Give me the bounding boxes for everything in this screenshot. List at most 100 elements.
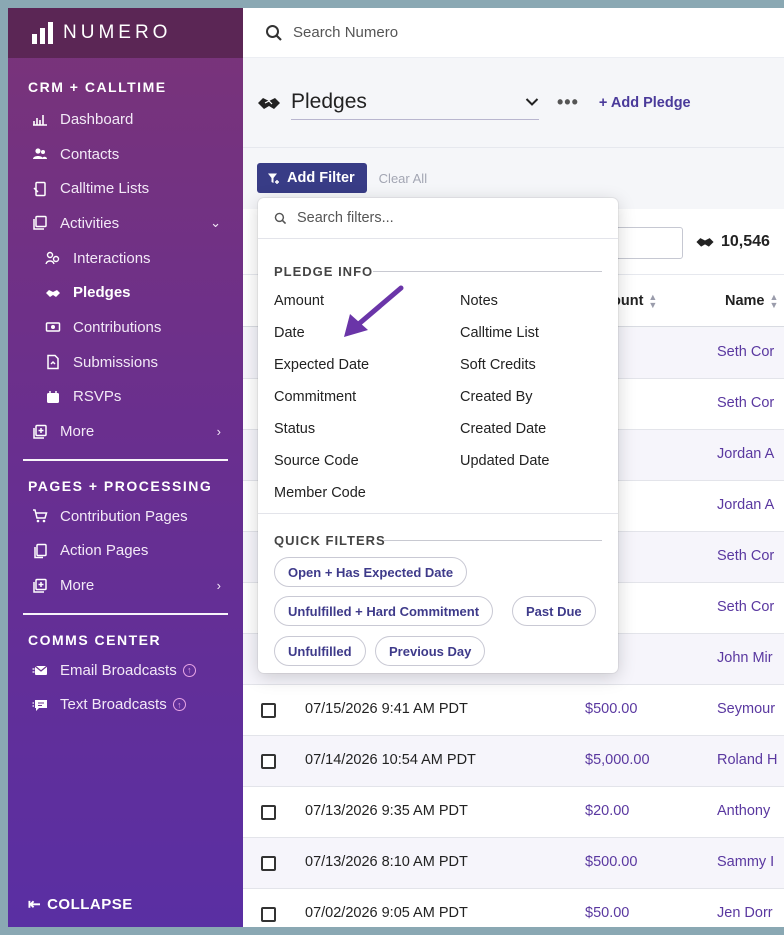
plus-box-icon	[32, 424, 48, 440]
filter-option[interactable]: Amount	[274, 293, 324, 309]
filter-option[interactable]: Calltime List	[460, 325, 539, 341]
add-filter-button[interactable]: Add Filter	[257, 163, 367, 193]
quick-filter-chip[interactable]: Past Due	[512, 596, 596, 626]
section-divider	[258, 513, 618, 514]
numero-logo-icon	[32, 22, 53, 44]
sidebar-item-contribution-pages[interactable]: Contribution Pages	[8, 499, 243, 534]
sidebar-item-dashboard[interactable]: Dashboard	[8, 102, 243, 137]
sidebar-item-rsvps[interactable]: RSVPs	[8, 380, 243, 415]
sidebar-item-contacts[interactable]: Contacts	[8, 137, 243, 172]
cell-amount[interactable]: $5,000.00	[585, 752, 650, 768]
cell-name[interactable]: John Mir	[717, 650, 773, 666]
row-checkbox[interactable]	[261, 907, 276, 922]
chevron-right-icon[interactable]: ›	[217, 578, 221, 593]
filter-option[interactable]: Created Date	[460, 421, 546, 437]
cell-name[interactable]: Seymour	[717, 701, 775, 717]
add-pledge-button[interactable]: + Add Pledge	[599, 95, 691, 111]
cell-name[interactable]: Seth Cor	[717, 344, 774, 360]
collapse-button[interactable]: ⇤ COLLAPSE	[28, 895, 133, 914]
people-icon	[32, 146, 48, 162]
sidebar-item-pledges[interactable]: Pledges	[8, 275, 243, 310]
sidebar-item-more[interactable]: More ›	[8, 414, 243, 449]
cell-amount[interactable]: $500.00	[585, 854, 637, 870]
cell-name[interactable]: Roland H	[717, 752, 777, 768]
column-header-amount[interactable]: ount ▲ ▼	[612, 292, 658, 310]
cell-name[interactable]: Seth Cor	[717, 599, 774, 615]
chevron-down-icon[interactable]: ⌄	[210, 215, 221, 231]
annotation-arrow-icon	[344, 285, 404, 337]
filter-option[interactable]: Updated Date	[460, 453, 549, 469]
handshake-icon	[258, 97, 280, 109]
sidebar-item-text-broadcasts[interactable]: Text Broadcasts ↑	[8, 688, 243, 723]
table-search-input[interactable]	[615, 227, 683, 259]
filter-option[interactable]: Status	[274, 421, 315, 437]
row-checkbox[interactable]	[261, 805, 276, 820]
cell-name[interactable]: Anthony	[717, 803, 770, 819]
cell-name[interactable]: Jen Dorr	[717, 905, 773, 921]
page-title: Pledges	[291, 90, 367, 113]
cell-name[interactable]: Seth Cor	[717, 548, 774, 564]
quick-filter-chip[interactable]: Previous Day	[375, 636, 486, 666]
cell-amount[interactable]: $500.00	[585, 701, 637, 717]
sidebar-item-action-pages[interactable]: Action Pages	[8, 534, 243, 569]
sidebar-item-label: Submissions	[73, 353, 159, 371]
sidebar: NUMERO CRM + CALLTIME Dashboard Contacts…	[8, 8, 243, 927]
global-search-input[interactable]	[293, 24, 593, 41]
sidebar-item-interactions[interactable]: Interactions	[8, 241, 243, 276]
logo-bar[interactable]: NUMERO	[8, 8, 243, 58]
table-row[interactable]: 07/13/2026 9:35 AM PDT $20.00 Anthony	[243, 787, 784, 838]
chevron-right-icon[interactable]: ›	[217, 424, 221, 439]
filter-option[interactable]: Soft Credits	[460, 357, 536, 373]
group-divider	[373, 271, 602, 272]
chart-icon	[32, 111, 48, 127]
filter-option[interactable]: Expected Date	[274, 357, 369, 373]
add-filter-label: Add Filter	[287, 170, 355, 186]
cell-date: 07/15/2026 9:41 AM PDT	[305, 701, 468, 717]
pages-icon	[32, 543, 48, 559]
table-row[interactable]: 07/14/2026 10:54 AM PDT $5,000.00 Roland H	[243, 736, 784, 787]
table-row[interactable]: 07/02/2026 9:05 AM PDT $50.00 Jen Dorr	[243, 889, 784, 927]
cell-name[interactable]: Seth Cor	[717, 395, 774, 411]
sidebar-item-label: Calltime Lists	[60, 180, 150, 198]
filter-option[interactable]: Created By	[460, 389, 533, 405]
row-checkbox[interactable]	[261, 754, 276, 769]
quick-filter-chip[interactable]: Open + Has Expected Date	[274, 557, 468, 587]
sidebar-item-label: Text Broadcasts	[60, 696, 167, 714]
section-title-comms: COMMS CENTER	[28, 631, 162, 648]
more-options-button[interactable]: •••	[557, 92, 579, 113]
page-title-select[interactable]: Pledges	[291, 86, 539, 120]
submission-icon	[45, 354, 61, 370]
filter-option[interactable]: Member Code	[274, 485, 366, 501]
upgrade-icon: ↑	[182, 663, 196, 677]
sidebar-item-pages-more[interactable]: More ›	[8, 568, 243, 603]
page-header: Pledges ••• + Add Pledge	[243, 58, 784, 148]
column-header-name[interactable]: Name ▲ ▼	[725, 293, 778, 310]
quick-filter-chip[interactable]: Unfulfilled + Hard Commitment	[274, 596, 494, 626]
filter-option[interactable]: Date	[274, 325, 305, 341]
cell-name[interactable]: Sammy I	[717, 854, 774, 870]
clear-all-button[interactable]: Clear All	[379, 171, 427, 186]
row-checkbox[interactable]	[261, 703, 276, 718]
cell-name[interactable]: Jordan A	[717, 497, 774, 513]
quick-filter-chip[interactable]: Unfulfilled	[274, 636, 366, 666]
row-checkbox[interactable]	[261, 856, 276, 871]
sidebar-item-calltime-lists[interactable]: Calltime Lists	[8, 171, 243, 206]
collapse-arrow-icon: ⇤	[28, 896, 42, 913]
filter-option[interactable]: Notes	[460, 293, 498, 309]
filter-option[interactable]: Source Code	[274, 453, 359, 469]
interactions-icon	[45, 250, 61, 266]
sidebar-item-contributions[interactable]: Contributions	[8, 310, 243, 345]
sidebar-item-submissions[interactable]: Submissions	[8, 345, 243, 380]
table-row[interactable]: 07/15/2026 9:41 AM PDT $500.00 Seymour	[243, 685, 784, 736]
cell-amount[interactable]: $20.00	[585, 803, 629, 819]
upgrade-icon: ↑	[172, 698, 186, 712]
sidebar-item-email-broadcasts[interactable]: Email Broadcasts ↑	[8, 653, 243, 688]
cell-amount[interactable]: $50.00	[585, 905, 629, 921]
cell-name[interactable]: Jordan A	[717, 446, 774, 462]
filter-option[interactable]: Commitment	[274, 389, 356, 405]
table-row[interactable]: 07/13/2026 8:10 AM PDT $500.00 Sammy I	[243, 838, 784, 889]
filter-search-input[interactable]	[297, 210, 597, 226]
sidebar-item-activities[interactable]: Activities ⌄	[8, 206, 243, 241]
sort-icon: ▲ ▼	[648, 292, 658, 310]
cart-icon	[32, 508, 48, 524]
